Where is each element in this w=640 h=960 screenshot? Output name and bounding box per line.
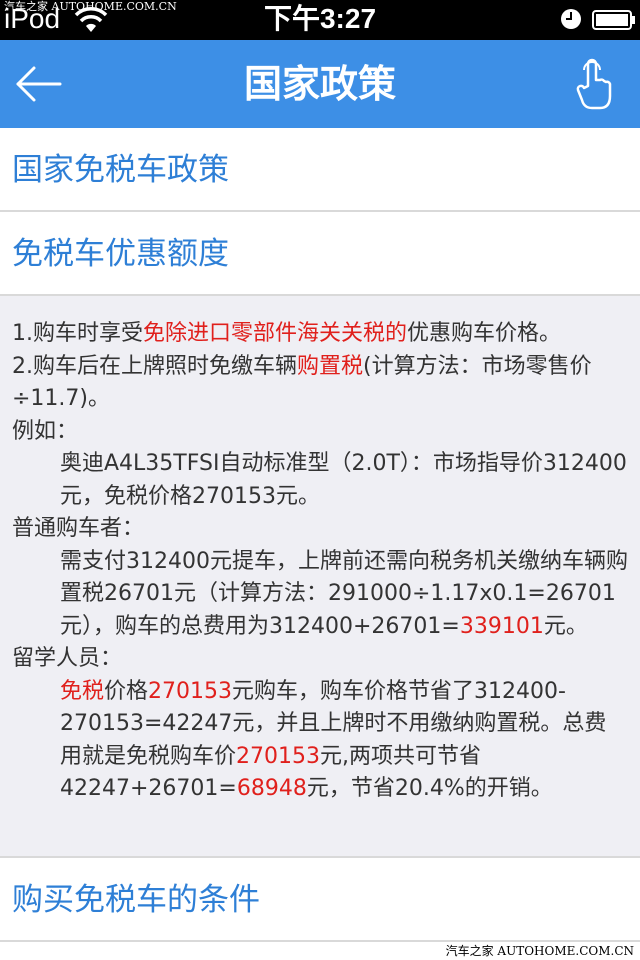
highlight-text: 270153 (148, 678, 233, 704)
section-row-discount-quota[interactable]: 免税车优惠额度 (0, 212, 640, 296)
detail-line: 2.购车后在上牌照时免缴车辆购置税(计算方法：市场零售价÷11.7)。 (12, 351, 628, 416)
hand-pointer-icon[interactable] (574, 56, 614, 112)
discount-detail-panel: 1.购车时享受免除进口零部件海关关税的优惠购车价格。 2.购车后在上牌照时免缴车… (0, 296, 640, 858)
section-label: 购买免税车的条件 (12, 882, 260, 918)
section-label: 国家免税车政策 (12, 152, 229, 188)
detail-line: 留学人员： (12, 646, 123, 671)
detail-line: 例如： (12, 418, 79, 444)
nav-bar: 国家政策 (0, 40, 640, 128)
status-bar: iPod 下午3:27 汽车之家 AUTOHOME.COM.CN (0, 0, 640, 40)
battery-icon (592, 10, 635, 30)
text: 元。 (543, 613, 588, 639)
section-row-purchase-conditions[interactable]: 购买免税车的条件 (0, 858, 640, 942)
detail-line: 免税价格270153元购车，购车价格节省了312400-270153=42247… (12, 676, 628, 806)
content-area: 国家免税车政策 免税车优惠额度 1.购车时享受免除进口零部件海关关税的优惠购车价… (0, 128, 640, 960)
watermark-top: 汽车之家 AUTOHOME.COM.CN (4, 0, 177, 13)
text: 优惠购车价格。 (407, 321, 562, 346)
clock-icon (561, 9, 581, 29)
highlight-text: 68948 (236, 776, 307, 801)
text: 价格 (104, 678, 149, 704)
highlight-text: 免税 (60, 678, 105, 704)
text: 1.购车时享受 (12, 321, 143, 346)
highlight-text: 339101 (459, 613, 544, 639)
detail-line: 1.购车时享受免除进口零部件海关关税的优惠购车价格。 (12, 318, 628, 351)
arrow-left-icon[interactable] (14, 62, 64, 106)
detail-line: 普通购车者： (12, 516, 145, 541)
highlight-text: 免除进口零部件海关关税的 (143, 321, 408, 346)
page-title: 国家政策 (243, 62, 396, 106)
highlight-text: 购置税 (297, 353, 364, 379)
highlight-text: 270153 (236, 743, 320, 769)
detail-text: 1.购车时享受免除进口零部件海关关税的优惠购车价格。 2.购车后在上牌照时免缴车… (12, 318, 628, 806)
watermark-bottom: 汽车之家 AUTOHOME.COM.CN (445, 944, 634, 958)
text: 元，节省20.4%的开销。 (306, 776, 553, 801)
text: 2.购车后在上牌照时免缴车辆 (12, 353, 297, 379)
section-row-duty-free-policy[interactable]: 国家免税车政策 (0, 128, 640, 212)
detail-line: 需支付312400元提车，上牌前还需向税务机关缴纳车辆购置税26701元（计算方… (12, 546, 628, 644)
section-label: 免税车优惠额度 (12, 236, 229, 272)
detail-line: 奥迪A4L35TFSI自动标准型（2.0T）：市场指导价312400元，免税价格… (60, 451, 627, 509)
